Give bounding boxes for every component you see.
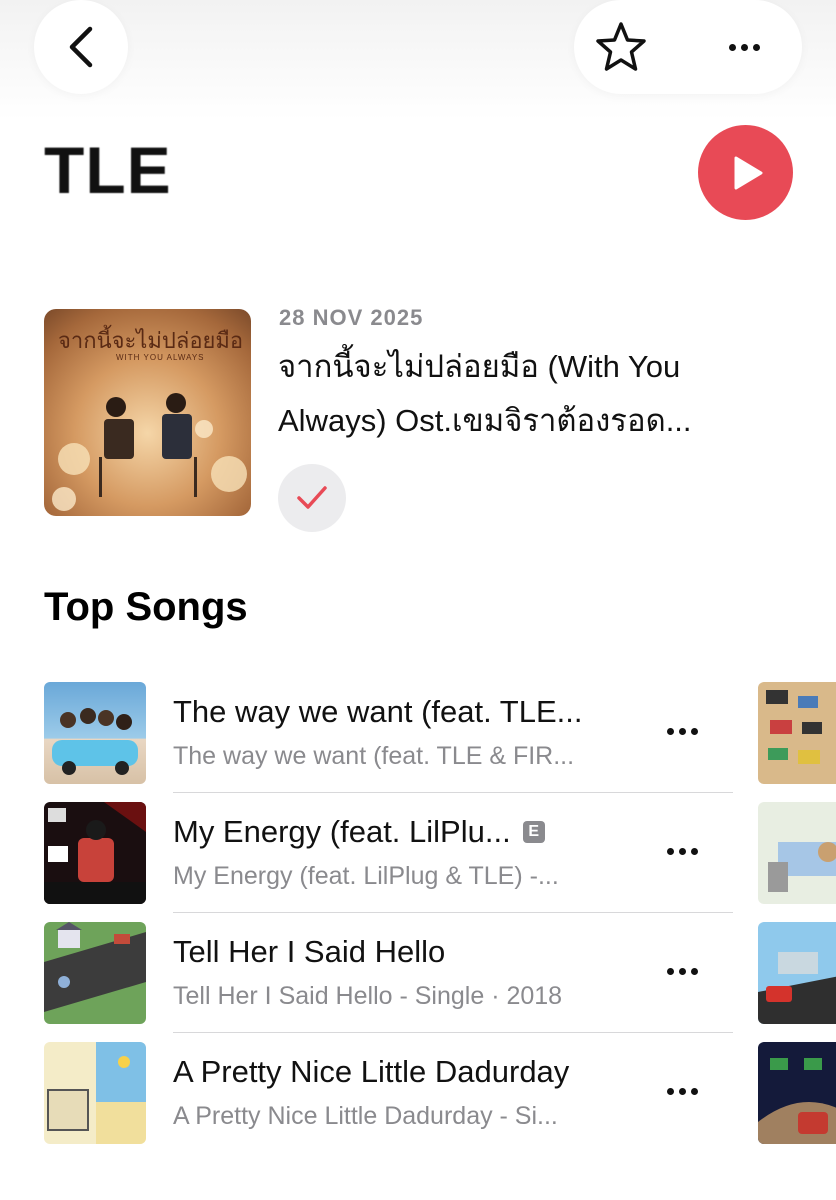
next-column-artwork[interactable] [758, 1042, 836, 1144]
next-column-artwork-image [758, 952, 836, 1024]
song-artwork-image [44, 922, 146, 1012]
play-button[interactable] [698, 125, 793, 220]
song-more-button[interactable] [660, 956, 704, 986]
next-column-artwork-image [766, 690, 822, 764]
ellipsis-icon [666, 967, 698, 975]
ellipsis-icon [666, 727, 698, 735]
song-subtitle: Tell Her I Said Hello - Single · 2018 [173, 982, 563, 1010]
chevron-left-icon [69, 26, 93, 68]
song-row-3[interactable]: Tell Her I Said Hello Tell Her I Said He… [0, 922, 836, 1042]
song-artwork [44, 1042, 146, 1144]
ellipsis-icon [666, 847, 698, 855]
row-divider [173, 1032, 733, 1033]
song-subtitle: A Pretty Nice Little Dadurday - Si... [173, 1102, 558, 1130]
next-column-artwork-image [768, 842, 836, 892]
row-divider [173, 912, 733, 913]
artist-name: TLE [44, 133, 172, 207]
song-subtitle: My Energy (feat. LilPlug & TLE) -... [173, 862, 559, 890]
release-artwork-subtitle: WITH YOU ALWAYS [116, 353, 205, 362]
toolbar-pill [574, 0, 802, 94]
row-divider [173, 792, 733, 793]
song-artwork-image [52, 708, 138, 775]
song-more-button[interactable] [660, 716, 704, 746]
song-row-4[interactable]: A Pretty Nice Little Dadurday A Pretty N… [0, 1042, 836, 1162]
release-title[interactable]: จากนี้จะไม่ปล่อยมือ (With You Always) Os… [278, 340, 748, 448]
song-subtitle: The way we want (feat. TLE & FIR... [173, 742, 575, 770]
song-artwork [44, 922, 146, 1024]
next-column-artwork-image [758, 1058, 836, 1144]
added-to-library-button[interactable] [278, 464, 346, 532]
song-artwork [44, 682, 146, 784]
play-icon [734, 156, 762, 189]
song-row-1[interactable]: The way we want (feat. TLE... The way we… [0, 682, 836, 802]
next-column-artwork[interactable] [758, 802, 836, 904]
song-artwork-image [47, 1042, 146, 1144]
song-row-2[interactable]: My Energy (feat. LilPlu... E My Energy (f… [0, 802, 836, 922]
release-date: 28 NOV 2025 [279, 305, 424, 330]
song-artwork-image [44, 802, 146, 904]
song-title: My Energy (feat. LilPlu... E [173, 814, 545, 850]
checkmark-icon [297, 486, 327, 509]
release-artwork[interactable]: จากนี้จะไม่ปล่อยมือ WITH YOU ALWAYS [44, 309, 251, 516]
ellipsis-icon [728, 43, 760, 51]
song-title-text: My Energy (feat. LilPlu... [173, 814, 511, 849]
explicit-badge: E [522, 821, 545, 843]
song-title: Tell Her I Said Hello [173, 934, 446, 969]
song-title: A Pretty Nice Little Dadurday [173, 1054, 570, 1089]
song-title: The way we want (feat. TLE... [173, 694, 583, 729]
song-more-button[interactable] [660, 1076, 704, 1106]
next-column-artwork[interactable] [758, 682, 836, 784]
song-artwork [44, 802, 146, 904]
back-button[interactable] [34, 0, 128, 94]
song-more-button[interactable] [660, 836, 704, 866]
more-button[interactable] [714, 30, 774, 64]
top-songs-heading: Top Songs [44, 585, 248, 629]
favorite-button[interactable] [594, 20, 648, 74]
next-column-artwork[interactable] [758, 922, 836, 1024]
star-icon [596, 22, 646, 71]
ellipsis-icon [666, 1087, 698, 1095]
